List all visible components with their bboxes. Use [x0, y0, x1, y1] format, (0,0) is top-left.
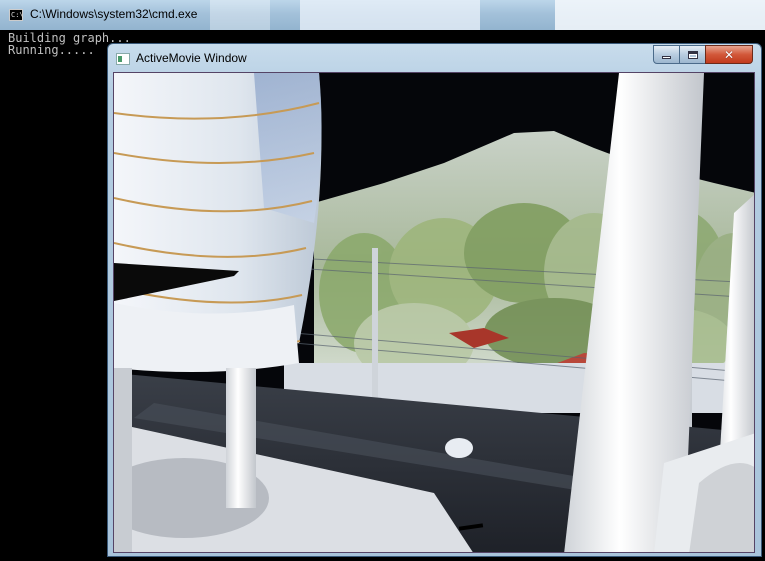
activemovie-icon	[116, 53, 130, 65]
background-window-glass	[300, 0, 480, 30]
activemovie-window[interactable]: ActiveMovie Window ✕	[107, 43, 762, 557]
minimize-icon	[662, 56, 671, 59]
close-button[interactable]: ✕	[705, 45, 753, 64]
console-title: C:\Windows\system32\cmd.exe	[30, 7, 198, 21]
building-column	[114, 368, 132, 552]
console-line: Running.....	[8, 43, 95, 57]
minimize-button[interactable]	[653, 45, 680, 64]
building-column	[226, 368, 256, 508]
maximize-button[interactable]	[679, 45, 706, 64]
video-frame	[113, 72, 755, 553]
video-scene	[114, 73, 754, 552]
background-window-glass	[555, 0, 765, 30]
background-window-glass	[210, 0, 270, 30]
console-titlebar[interactable]: C:\ C:\Windows\system32\cmd.exe	[0, 0, 765, 30]
activemovie-titlebar[interactable]: ActiveMovie Window ✕	[108, 44, 761, 72]
close-icon: ✕	[723, 47, 735, 62]
motorbike	[445, 438, 473, 458]
activemovie-title: ActiveMovie Window	[136, 51, 247, 65]
maximize-icon	[687, 50, 698, 59]
console-icon: C:\	[9, 9, 24, 21]
